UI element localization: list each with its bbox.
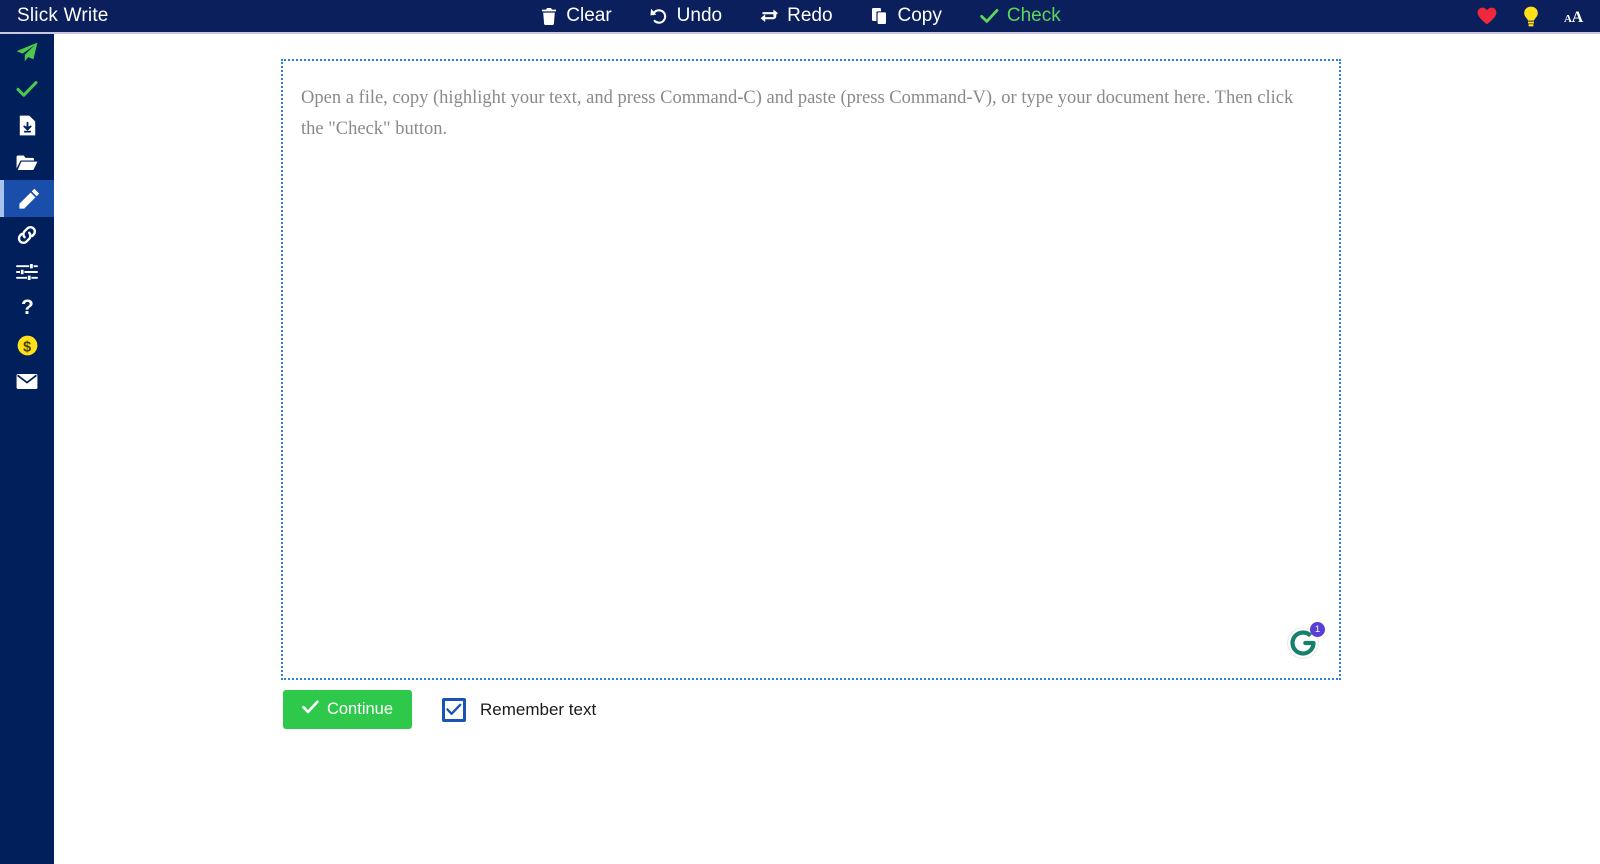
sidebar-item-check[interactable] <box>0 71 54 108</box>
copy-icon <box>871 7 890 26</box>
redo-button[interactable]: Redo <box>756 3 836 29</box>
copy-label: Copy <box>897 5 942 26</box>
sidebar-item-edit[interactable] <box>0 180 54 217</box>
continue-button[interactable]: Continue <box>283 690 412 729</box>
clear-label: Clear <box>566 5 612 26</box>
question-mark-icon: ? <box>16 297 38 319</box>
heart-icon[interactable] <box>1476 5 1498 27</box>
document-editor-area[interactable]: Open a file, copy (highlight your text, … <box>281 59 1341 680</box>
file-download-icon <box>16 114 38 136</box>
lightbulb-icon[interactable] <box>1520 5 1542 27</box>
trash-icon <box>539 7 558 26</box>
sidebar-item-contact[interactable] <box>0 363 54 400</box>
svg-text:A: A <box>1572 9 1584 26</box>
app-brand-title: Slick Write <box>17 5 109 26</box>
sidebar-item-link[interactable] <box>0 217 54 254</box>
font-size-icon[interactable]: A A <box>1564 5 1586 27</box>
remember-text-label: Remember text <box>480 699 597 719</box>
sliders-icon <box>16 261 38 283</box>
sidebar-item-send[interactable] <box>0 34 54 71</box>
sidebar-item-open[interactable] <box>0 144 54 181</box>
remember-text-checkbox[interactable] <box>442 697 466 722</box>
redo-arrows-icon <box>760 7 779 26</box>
clear-button[interactable]: Clear <box>535 3 615 29</box>
check-icon <box>16 78 38 100</box>
checkmark-icon <box>446 703 462 715</box>
undo-button[interactable]: Undo <box>646 3 726 29</box>
sidebar-item-settings[interactable] <box>0 254 54 291</box>
svg-text:$: $ <box>23 339 31 355</box>
sidebar-item-help[interactable]: ? <box>0 290 54 327</box>
svg-text:?: ? <box>21 297 34 319</box>
paper-plane-icon <box>16 41 38 63</box>
editor-placeholder-text: Open a file, copy (highlight your text, … <box>301 88 1294 139</box>
pencil-icon <box>18 188 40 210</box>
grammarly-badge-count: 1 <box>1310 622 1325 637</box>
grammarly-widget[interactable]: 1 <box>1287 622 1325 659</box>
chain-link-icon <box>16 224 38 246</box>
check-icon <box>980 7 999 26</box>
header-right-icons: A A <box>1476 0 1586 32</box>
remember-text-checkbox-row[interactable]: Remember text <box>442 697 597 722</box>
continue-label: Continue <box>326 700 394 718</box>
left-sidebar: ? $ <box>0 34 54 864</box>
undo-arrow-icon <box>650 7 669 26</box>
copy-button[interactable]: Copy <box>867 3 946 29</box>
editor-bottom-controls: Continue Remember text <box>283 690 596 729</box>
check-icon <box>302 700 319 719</box>
check-button[interactable]: Check <box>976 3 1065 29</box>
redo-label: Redo <box>787 5 833 26</box>
sidebar-item-donate[interactable]: $ <box>0 327 54 364</box>
check-label: Check <box>1006 5 1061 26</box>
dollar-coin-icon: $ <box>16 334 38 356</box>
sidebar-item-save[interactable] <box>0 107 54 144</box>
undo-label: Undo <box>676 5 723 26</box>
envelope-icon <box>16 371 38 393</box>
folder-open-icon <box>16 151 38 173</box>
